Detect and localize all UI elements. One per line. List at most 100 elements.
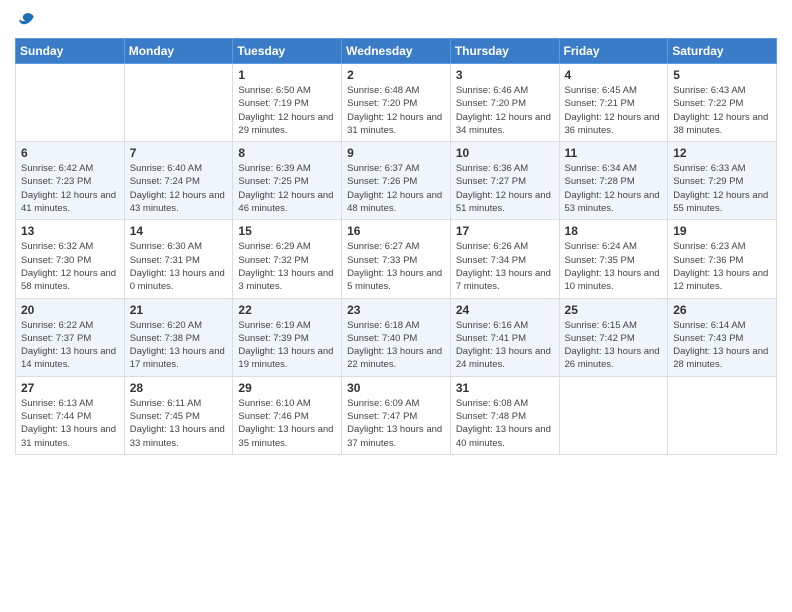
day-info: Sunrise: 6:10 AM Sunset: 7:46 PM Dayligh… — [238, 397, 336, 450]
day-info: Sunrise: 6:37 AM Sunset: 7:26 PM Dayligh… — [347, 162, 445, 215]
day-number: 20 — [21, 303, 119, 317]
table-row: 19 Sunrise: 6:23 AM Sunset: 7:36 PM Dayli… — [668, 220, 777, 298]
day-number: 4 — [565, 68, 663, 82]
day-number: 31 — [456, 381, 554, 395]
header — [15, 10, 777, 30]
calendar-week-row: 1Sunrise: 6:50 AM Sunset: 7:19 PM Daylig… — [16, 64, 777, 142]
table-row — [559, 376, 668, 454]
day-info: Sunrise: 6:43 AM Sunset: 7:22 PM Dayligh… — [673, 84, 771, 137]
day-info: Sunrise: 6:09 AM Sunset: 7:47 PM Dayligh… — [347, 397, 445, 450]
table-row: 22 Sunrise: 6:19 AM Sunset: 7:39 PM Dayli… — [233, 298, 342, 376]
day-info: Sunrise: 6:24 AM Sunset: 7:35 PM Dayligh… — [565, 240, 663, 293]
day-number: 25 — [565, 303, 663, 317]
day-info: Sunrise: 6:40 AM Sunset: 7:24 PM Dayligh… — [130, 162, 228, 215]
day-info: Sunrise: 6:33 AM Sunset: 7:29 PM Dayligh… — [673, 162, 771, 215]
page: Sunday Monday Tuesday Wednesday Thursday… — [0, 0, 792, 612]
calendar-week-row: 6 Sunrise: 6:42 AM Sunset: 7:23 PM Daylig… — [16, 142, 777, 220]
table-row: 2 Sunrise: 6:48 AM Sunset: 7:20 PM Daylig… — [342, 64, 451, 142]
col-thursday: Thursday — [450, 39, 559, 64]
day-info: Sunrise: 6:13 AM Sunset: 7:44 PM Dayligh… — [21, 397, 119, 450]
table-row: 3Sunrise: 6:46 AM Sunset: 7:20 PM Daylig… — [450, 64, 559, 142]
table-row: 9 Sunrise: 6:37 AM Sunset: 7:26 PM Daylig… — [342, 142, 451, 220]
table-row: 1Sunrise: 6:50 AM Sunset: 7:19 PM Daylig… — [233, 64, 342, 142]
day-number: 6 — [21, 146, 119, 160]
calendar-header-row: Sunday Monday Tuesday Wednesday Thursday… — [16, 39, 777, 64]
day-number: 5 — [673, 68, 771, 82]
day-number: 13 — [21, 224, 119, 238]
day-info: Sunrise: 6:39 AM Sunset: 7:25 PM Dayligh… — [238, 162, 336, 215]
table-row: 4 Sunrise: 6:45 AM Sunset: 7:21 PM Daylig… — [559, 64, 668, 142]
day-info: Sunrise: 6:27 AM Sunset: 7:33 PM Dayligh… — [347, 240, 445, 293]
day-info: Sunrise: 6:11 AM Sunset: 7:45 PM Dayligh… — [130, 397, 228, 450]
day-number: 11 — [565, 146, 663, 160]
table-row: 12 Sunrise: 6:33 AM Sunset: 7:29 PM Dayli… — [668, 142, 777, 220]
day-number: 2 — [347, 68, 445, 82]
day-number: 21 — [130, 303, 228, 317]
day-number: 24 — [456, 303, 554, 317]
day-number: 16 — [347, 224, 445, 238]
day-info: Sunrise: 6:18 AM Sunset: 7:40 PM Dayligh… — [347, 319, 445, 372]
table-row: 31 Sunrise: 6:08 AM Sunset: 7:48 PM Dayli… — [450, 376, 559, 454]
day-number: 27 — [21, 381, 119, 395]
table-row: 15 Sunrise: 6:29 AM Sunset: 7:32 PM Dayli… — [233, 220, 342, 298]
day-number: 10 — [456, 146, 554, 160]
table-row: 14Sunrise: 6:30 AM Sunset: 7:31 PM Dayli… — [124, 220, 233, 298]
table-row: 23 Sunrise: 6:18 AM Sunset: 7:40 PM Dayli… — [342, 298, 451, 376]
table-row: 13Sunrise: 6:32 AM Sunset: 7:30 PM Dayli… — [16, 220, 125, 298]
day-info: Sunrise: 6:29 AM Sunset: 7:32 PM Dayligh… — [238, 240, 336, 293]
day-number: 12 — [673, 146, 771, 160]
table-row: 27 Sunrise: 6:13 AM Sunset: 7:44 PM Dayli… — [16, 376, 125, 454]
col-wednesday: Wednesday — [342, 39, 451, 64]
day-info: Sunrise: 6:08 AM Sunset: 7:48 PM Dayligh… — [456, 397, 554, 450]
day-info: Sunrise: 6:23 AM Sunset: 7:36 PM Dayligh… — [673, 240, 771, 293]
table-row: 24 Sunrise: 6:16 AM Sunset: 7:41 PM Dayli… — [450, 298, 559, 376]
table-row: 20Sunrise: 6:22 AM Sunset: 7:37 PM Dayli… — [16, 298, 125, 376]
col-saturday: Saturday — [668, 39, 777, 64]
day-info: Sunrise: 6:16 AM Sunset: 7:41 PM Dayligh… — [456, 319, 554, 372]
table-row — [124, 64, 233, 142]
logo — [15, 10, 37, 30]
day-number: 23 — [347, 303, 445, 317]
calendar-week-row: 20Sunrise: 6:22 AM Sunset: 7:37 PM Dayli… — [16, 298, 777, 376]
table-row: 10 Sunrise: 6:36 AM Sunset: 7:27 PM Dayli… — [450, 142, 559, 220]
table-row — [16, 64, 125, 142]
day-info: Sunrise: 6:30 AM Sunset: 7:31 PM Dayligh… — [130, 240, 228, 293]
day-number: 29 — [238, 381, 336, 395]
calendar-week-row: 13Sunrise: 6:32 AM Sunset: 7:30 PM Dayli… — [16, 220, 777, 298]
day-number: 22 — [238, 303, 336, 317]
table-row: 6 Sunrise: 6:42 AM Sunset: 7:23 PM Daylig… — [16, 142, 125, 220]
col-sunday: Sunday — [16, 39, 125, 64]
table-row: 25 Sunrise: 6:15 AM Sunset: 7:42 PM Dayli… — [559, 298, 668, 376]
table-row: 16 Sunrise: 6:27 AM Sunset: 7:33 PM Dayli… — [342, 220, 451, 298]
day-info: Sunrise: 6:34 AM Sunset: 7:28 PM Dayligh… — [565, 162, 663, 215]
col-friday: Friday — [559, 39, 668, 64]
col-monday: Monday — [124, 39, 233, 64]
logo-bird-icon — [17, 10, 37, 30]
day-info: Sunrise: 6:48 AM Sunset: 7:20 PM Dayligh… — [347, 84, 445, 137]
day-number: 3 — [456, 68, 554, 82]
table-row: 18 Sunrise: 6:24 AM Sunset: 7:35 PM Dayli… — [559, 220, 668, 298]
table-row — [668, 376, 777, 454]
day-number: 7 — [130, 146, 228, 160]
day-number: 26 — [673, 303, 771, 317]
table-row: 28 Sunrise: 6:11 AM Sunset: 7:45 PM Dayli… — [124, 376, 233, 454]
day-info: Sunrise: 6:14 AM Sunset: 7:43 PM Dayligh… — [673, 319, 771, 372]
table-row: 5 Sunrise: 6:43 AM Sunset: 7:22 PM Daylig… — [668, 64, 777, 142]
calendar-week-row: 27 Sunrise: 6:13 AM Sunset: 7:44 PM Dayli… — [16, 376, 777, 454]
day-info: Sunrise: 6:36 AM Sunset: 7:27 PM Dayligh… — [456, 162, 554, 215]
table-row: 8Sunrise: 6:39 AM Sunset: 7:25 PM Daylig… — [233, 142, 342, 220]
col-tuesday: Tuesday — [233, 39, 342, 64]
day-number: 28 — [130, 381, 228, 395]
day-info: Sunrise: 6:19 AM Sunset: 7:39 PM Dayligh… — [238, 319, 336, 372]
day-number: 19 — [673, 224, 771, 238]
calendar: Sunday Monday Tuesday Wednesday Thursday… — [15, 38, 777, 455]
table-row: 17Sunrise: 6:26 AM Sunset: 7:34 PM Dayli… — [450, 220, 559, 298]
day-info: Sunrise: 6:45 AM Sunset: 7:21 PM Dayligh… — [565, 84, 663, 137]
day-info: Sunrise: 6:15 AM Sunset: 7:42 PM Dayligh… — [565, 319, 663, 372]
day-info: Sunrise: 6:42 AM Sunset: 7:23 PM Dayligh… — [21, 162, 119, 215]
table-row: 21Sunrise: 6:20 AM Sunset: 7:38 PM Dayli… — [124, 298, 233, 376]
day-number: 18 — [565, 224, 663, 238]
day-number: 9 — [347, 146, 445, 160]
day-number: 1 — [238, 68, 336, 82]
day-number: 15 — [238, 224, 336, 238]
